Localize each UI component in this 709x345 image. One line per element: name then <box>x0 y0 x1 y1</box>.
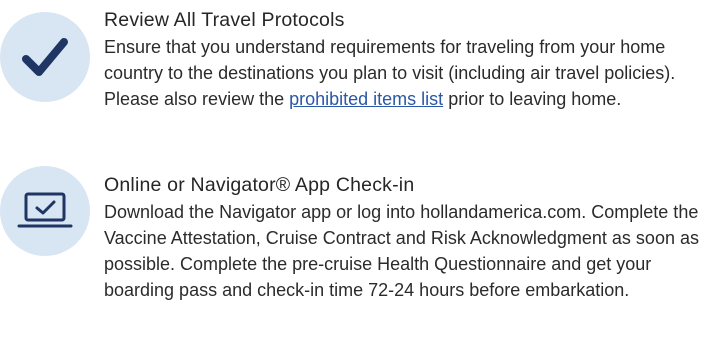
travel-protocols-body: Ensure that you understand requirements … <box>104 34 704 112</box>
checkmark-icon-svg <box>22 38 68 76</box>
check-in-heading: Online or Navigator® App Check-in <box>104 174 415 196</box>
travel-protocols-content: Review All Travel Protocols Ensure that … <box>104 6 704 112</box>
travel-protocols-text-end: prior to leaving home. <box>443 89 622 109</box>
prohibited-items-link[interactable]: prohibited items list <box>289 89 443 109</box>
laptop-check-icon <box>0 166 90 256</box>
check-in-content: Online or Navigator® App Check-in Downlo… <box>104 171 704 303</box>
checkmark-icon <box>0 12 90 102</box>
travel-protocols-heading: Review All Travel Protocols <box>104 9 345 31</box>
laptop-check-icon-svg <box>17 192 73 228</box>
check-in-body: Download the Navigator app or log into h… <box>104 202 699 300</box>
